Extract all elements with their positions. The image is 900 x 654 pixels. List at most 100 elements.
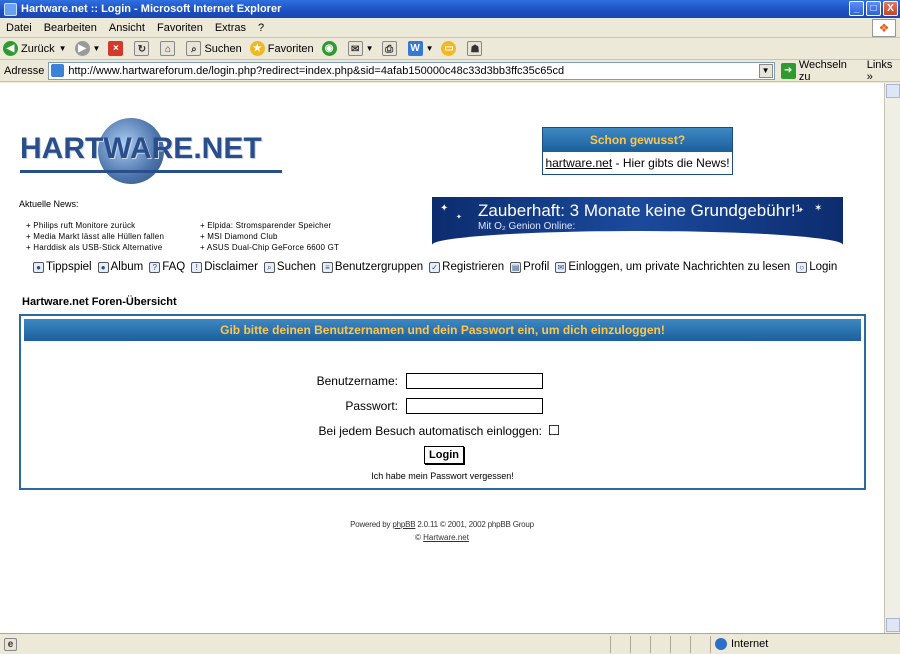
edit-button[interactable]: W ▼ — [407, 41, 434, 56]
folder-button[interactable]: ▭ — [441, 41, 459, 56]
logo-underline — [20, 170, 282, 173]
status-cell — [650, 635, 670, 653]
mail-button[interactable]: ✉ ▼ — [347, 41, 374, 56]
news-item[interactable]: + Philips ruft Monitore zurück — [26, 220, 164, 231]
menu-favoriten[interactable]: Favoriten — [157, 22, 203, 34]
autologin-checkbox[interactable] — [549, 425, 559, 435]
edit-dropdown-icon[interactable]: ▼ — [426, 44, 434, 53]
nav-label: Einloggen, um private Nachrichten zu les… — [568, 261, 791, 273]
address-url: http://www.hartwareforum.de/login.php?re… — [68, 64, 565, 77]
ie-icon — [4, 2, 17, 16]
password-label: Passwort: — [345, 399, 398, 413]
password-input[interactable] — [406, 398, 543, 414]
phpbb-link[interactable]: phpBB — [392, 520, 415, 529]
messages-icon: ✉ — [555, 261, 567, 273]
vertical-scrollbar[interactable] — [884, 83, 900, 633]
maximize-button[interactable]: □ — [866, 1, 881, 16]
address-input[interactable]: http://www.hartwareforum.de/login.php?re… — [48, 61, 775, 80]
menu-help[interactable]: ? — [258, 22, 264, 34]
nav-label: Profil — [523, 261, 550, 273]
info-box: Schon gewusst? hartware.net - Hier gibts… — [542, 127, 733, 175]
nav-tippspiel[interactable]: ● Tippspiel — [33, 261, 92, 273]
nav-label: Album — [110, 261, 144, 273]
forward-button[interactable]: ▶ ▼ — [74, 41, 101, 56]
media-button[interactable]: ◉ — [321, 41, 340, 56]
forward-arrow-icon: ▶ — [74, 41, 90, 56]
back-button[interactable]: ◀ Zurück ▼ — [3, 41, 67, 56]
banner-wave — [432, 231, 843, 245]
info-box-link[interactable]: hartware.net — [545, 156, 612, 170]
nav-label: Tippspiel — [46, 261, 92, 273]
star-icon: ✦ — [456, 214, 462, 221]
hartware-link[interactable]: Hartware.net — [423, 533, 469, 542]
tippspiel-icon: ● — [33, 261, 44, 273]
forum-index-link[interactable]: Hartware.net Foren-Übersicht — [22, 296, 177, 308]
ad-banner[interactable]: ✦ ✦ ✶ ✦ Zauberhaft: 3 Monate keine Grund… — [432, 197, 843, 245]
forum-nav: ● Tippspiel ● Album ? FAQ ! Disclaimer ⌕ Such… — [33, 261, 843, 273]
stop-button[interactable]: × — [108, 41, 126, 56]
powered-by: Powered by phpBB 2.0.11 © 2001, 2002 php… — [0, 520, 884, 529]
home-button[interactable]: ⌂ — [160, 41, 178, 56]
close-button[interactable]: X — [883, 1, 898, 16]
menu-bearbeiten[interactable]: Bearbeiten — [44, 22, 97, 34]
nav-registrieren[interactable]: ✓ Registrieren — [429, 261, 504, 273]
banner-title: Zauberhaft: 3 Monate keine Grundgebühr!¹ — [478, 201, 802, 220]
stop-icon: × — [108, 41, 124, 56]
login-panel: Gib bitte deinen Benutzernamen und dein … — [19, 314, 866, 490]
minimize-button[interactable]: _ — [849, 1, 864, 16]
nav-album[interactable]: ● Album — [97, 261, 144, 273]
go-button[interactable]: ➜ Wechseln zu — [780, 59, 859, 83]
folder-icon: ▭ — [441, 41, 457, 56]
address-dropdown-icon[interactable]: ▼ — [758, 63, 773, 78]
news-item[interactable]: + ASUS Dual-Chip GeForce 6600 GT — [200, 242, 339, 253]
username-label: Benutzername: — [316, 374, 398, 388]
scroll-up-icon[interactable] — [886, 84, 900, 98]
print-icon: ⎙ — [381, 41, 397, 56]
nav-profil[interactable]: ▤ Profil — [510, 261, 549, 273]
status-bar: e Internet — [0, 633, 900, 654]
links-button[interactable]: Links » — [867, 59, 900, 83]
menu-ansicht[interactable]: Ansicht — [109, 22, 145, 34]
page-status-icon: e — [4, 637, 17, 651]
news-item[interactable]: + Media Markt lässt alle Hüllen fallen — [26, 231, 164, 242]
login-button[interactable]: Login — [424, 446, 464, 464]
nav-label: Suchen — [276, 261, 316, 273]
back-dropdown-icon[interactable]: ▼ — [59, 44, 67, 53]
page-viewport: HARTWARE.NET Schon gewusst? hartware.net… — [0, 83, 884, 633]
messenger-button[interactable]: ☗ — [467, 41, 485, 56]
nav-login[interactable]: ○ Login — [796, 261, 837, 273]
zone-label: Internet — [731, 638, 769, 650]
nav-benutzergruppen[interactable]: ≡ Benutzergruppen — [321, 261, 423, 273]
nav-faq[interactable]: ? FAQ — [149, 261, 185, 273]
toolbar: ◀ Zurück ▼ ▶ ▼ × ↻ ⌂ ⌕ Suchen ★ Favorite… — [0, 38, 900, 60]
favorites-label: Favoriten — [267, 42, 314, 55]
menu-datei[interactable]: Datei — [6, 22, 32, 34]
mail-dropdown-icon[interactable]: ▼ — [366, 44, 374, 53]
media-icon: ◉ — [321, 41, 337, 56]
refresh-button[interactable]: ↻ — [134, 41, 152, 56]
powered-prefix: Powered by — [350, 520, 393, 529]
forward-dropdown-icon[interactable]: ▼ — [93, 44, 101, 53]
search-label: Suchen — [204, 42, 242, 55]
nav-private-messages[interactable]: ✉ Einloggen, um private Nachrichten zu le… — [555, 261, 790, 273]
news-item[interactable]: + MSI Diamond Club — [200, 231, 339, 242]
news-item[interactable]: + Elpida: Stromsparender Speicher — [200, 220, 339, 231]
site-logo[interactable]: HARTWARE.NET — [20, 118, 285, 188]
browser-window: Hartware.net :: Login - Microsoft Intern… — [0, 0, 900, 654]
nav-label: Disclaimer — [204, 261, 258, 273]
print-button[interactable]: ⎙ — [381, 41, 400, 56]
nav-disclaimer[interactable]: ! Disclaimer — [191, 261, 258, 273]
menu-extras[interactable]: Extras — [215, 22, 246, 34]
forgot-password-link[interactable]: Ich habe mein Passwort vergessen! — [21, 471, 864, 481]
autologin-label: Bei jedem Besuch automatisch einloggen: — [318, 424, 542, 438]
address-label: Adresse — [4, 64, 45, 77]
news-item[interactable]: + Harddisk als USB-Stick Alternative — [26, 242, 164, 253]
scroll-down-icon[interactable] — [886, 618, 900, 632]
username-input[interactable] — [406, 373, 543, 389]
search-button[interactable]: ⌕ Suchen — [186, 41, 242, 56]
nav-suchen[interactable]: ⌕ Suchen — [263, 261, 316, 273]
banner-subtitle: Mit O₂ Genion Online: — [478, 221, 576, 232]
copyright: © Hartware.net — [0, 533, 884, 542]
favorites-button[interactable]: ★ Favoriten — [249, 41, 314, 56]
info-box-text: - Hier gibts die News! — [612, 156, 730, 170]
